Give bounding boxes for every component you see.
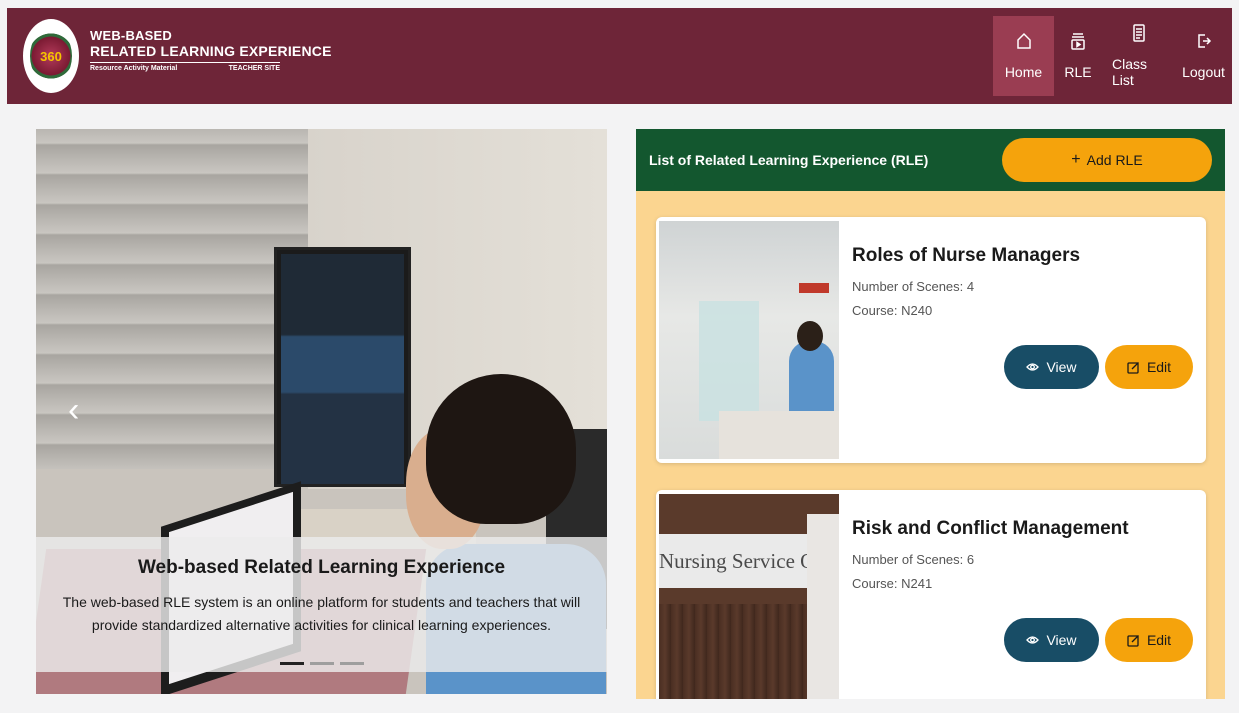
carousel-caption: Web-based Related Learning Experience Th…: [36, 537, 607, 672]
view-label: View: [1046, 359, 1077, 375]
rle-card-scenes: Number of Scenes: 4: [852, 279, 975, 294]
rle-card-scenes: Number of Scenes: 6: [852, 552, 975, 567]
brand-line1: WEB-BASED: [90, 28, 172, 43]
edit-icon: [1127, 634, 1140, 647]
carousel-prev-icon[interactable]: ‹: [68, 392, 79, 428]
rle-icon: [1070, 32, 1086, 50]
nav-rle[interactable]: RLE: [1054, 16, 1102, 96]
carousel-indicator-2[interactable]: [310, 662, 334, 665]
brand-sub-left: Resource Activity Material: [90, 65, 178, 72]
edit-label: Edit: [1146, 632, 1172, 648]
rle-card-thumbnail: [659, 221, 839, 459]
rle-card-title: Risk and Conflict Management: [852, 518, 1129, 539]
site-logo[interactable]: 360: [23, 19, 79, 93]
edit-button[interactable]: Edit: [1105, 345, 1193, 389]
home-icon: [1016, 32, 1032, 50]
top-navbar: 360 WEB-BASED RELATED LEARNING EXPERIENC…: [7, 8, 1232, 104]
view-button[interactable]: View: [1004, 345, 1099, 389]
nav-home-label: Home: [1004, 64, 1043, 80]
rle-card-course: Course: N240: [852, 303, 933, 318]
edit-icon: [1127, 361, 1140, 374]
edit-label: Edit: [1146, 359, 1172, 375]
logout-icon: [1196, 32, 1212, 50]
plus-icon: +: [1071, 151, 1081, 168]
eye-icon: [1026, 635, 1040, 645]
brand-sub-right: TEACHER SITE: [228, 65, 280, 72]
nav-logout[interactable]: Logout: [1175, 16, 1232, 96]
nav-logout-label: Logout: [1182, 64, 1225, 80]
rle-card-course: Course: N241: [852, 576, 933, 591]
add-rle-label: Add RLE: [1086, 152, 1143, 168]
nav-class-list-label: Class List: [1112, 56, 1148, 88]
edit-button[interactable]: Edit: [1105, 618, 1193, 662]
carousel-indicator-3[interactable]: [340, 662, 364, 665]
logo-emblem: 360: [30, 28, 72, 84]
logo-text: 360: [40, 48, 62, 64]
caption-text: The web-based RLE system is an online pl…: [62, 594, 581, 633]
view-label: View: [1046, 632, 1077, 648]
caption-title: Web-based Related Learning Experience: [137, 557, 506, 578]
nav-rle-label: RLE: [1064, 64, 1092, 80]
nav-home[interactable]: Home: [993, 16, 1054, 96]
rle-card-2: Nursing Service Office Risk and Conflict…: [656, 490, 1206, 699]
rle-panel-title: List of Related Learning Experience (RLE…: [649, 152, 929, 168]
brand-title: WEB-BASED RELATED LEARNING EXPERIENCE Re…: [90, 28, 332, 72]
carousel-indicator-1[interactable]: [280, 662, 304, 665]
carousel-indicators: [280, 662, 364, 665]
rle-list-panel: List of Related Learning Experience (RLE…: [636, 129, 1225, 699]
view-button[interactable]: View: [1004, 618, 1099, 662]
rle-card-thumbnail: Nursing Service Office: [659, 494, 839, 699]
brand-subline: Resource Activity Material TEACHER SITE: [90, 62, 280, 72]
rle-card-1: Roles of Nurse Managers Number of Scenes…: [656, 217, 1206, 463]
rle-card-title: Roles of Nurse Managers: [852, 245, 1081, 266]
add-rle-button[interactable]: + Add RLE: [1002, 138, 1212, 182]
nav-menu: Home RLE Class List Logout: [993, 16, 1232, 96]
brand-line2: RELATED LEARNING EXPERIENCE: [90, 43, 332, 59]
eye-icon: [1026, 362, 1040, 372]
nav-class-list[interactable]: Class List: [1102, 16, 1175, 96]
class-list-icon: [1131, 24, 1147, 42]
